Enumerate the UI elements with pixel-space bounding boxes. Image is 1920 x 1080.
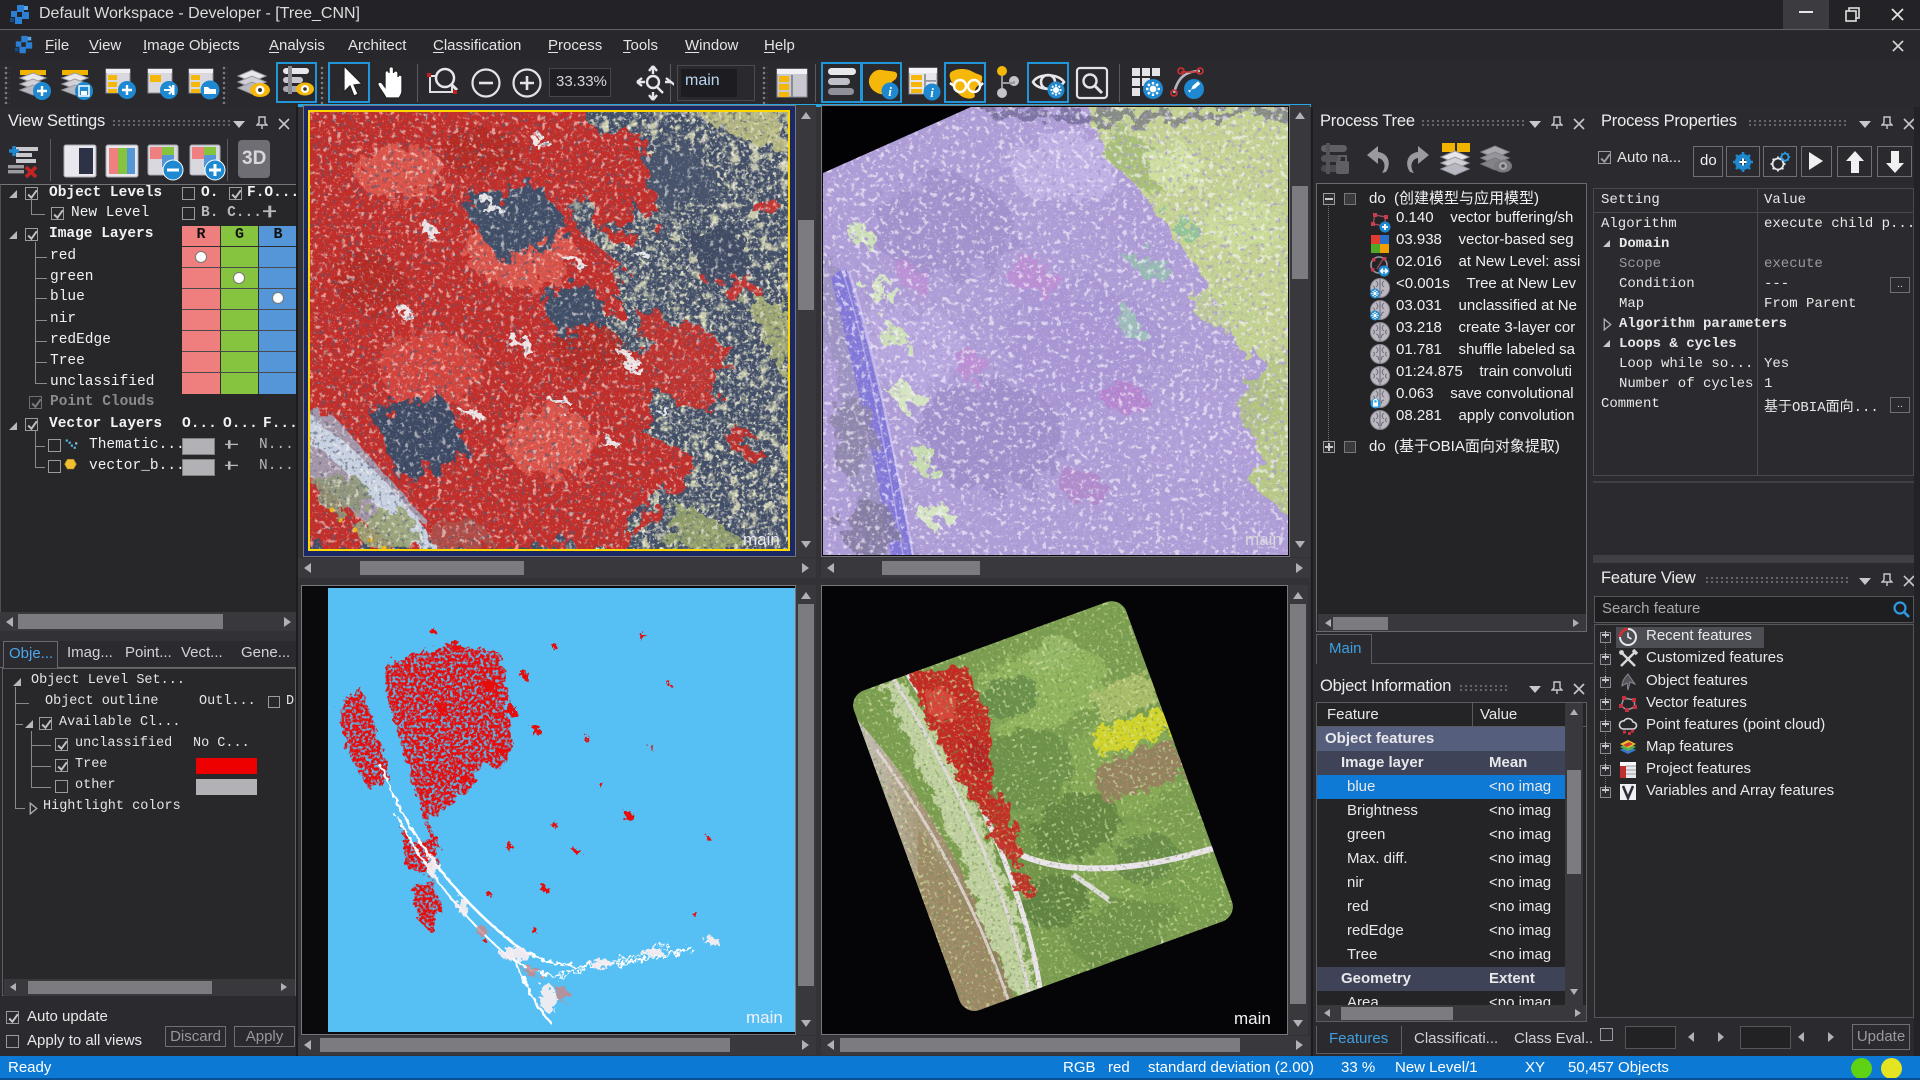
- svg-text:i: i: [888, 84, 892, 99]
- svg-text:i: i: [930, 85, 934, 100]
